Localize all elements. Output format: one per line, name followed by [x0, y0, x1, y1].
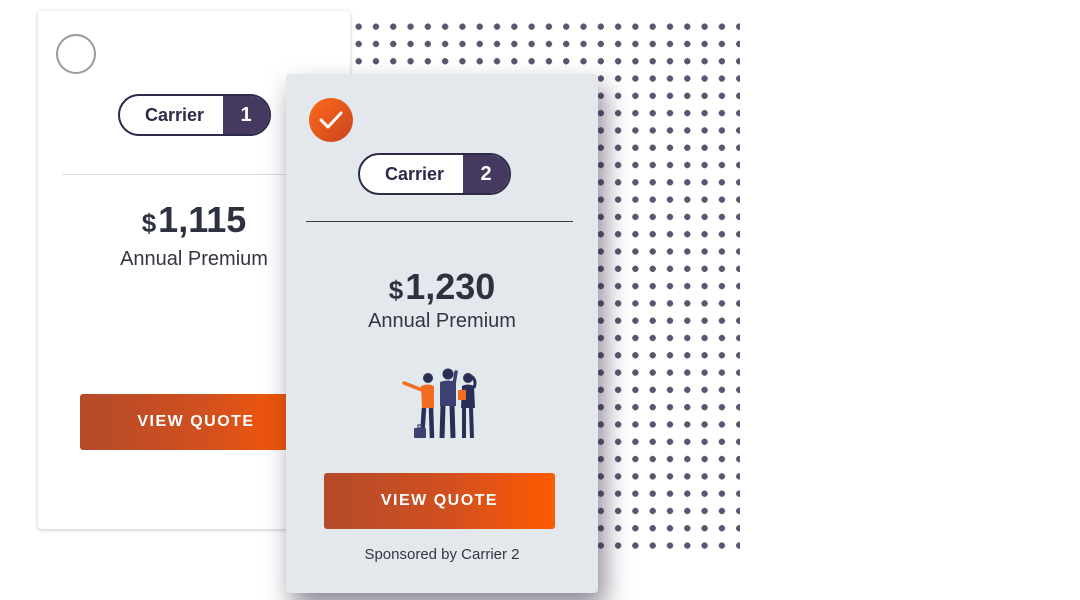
carrier-badge-number: 2: [463, 155, 509, 193]
carrier-badge-number: 1: [223, 96, 269, 134]
sponsor-text: Sponsored by Carrier 2: [364, 546, 520, 563]
premium-label: Annual Premium: [368, 310, 516, 332]
currency-symbol: $: [388, 275, 404, 305]
price-value: 1,230: [405, 266, 496, 307]
carrier-badge-1: Carrier 1: [118, 94, 271, 136]
card-divider: [62, 174, 292, 175]
radio-unselected-icon[interactable]: [56, 34, 96, 74]
checkmark-icon[interactable]: [309, 98, 353, 142]
price-value: 1,115: [158, 199, 247, 240]
view-quote-button-2[interactable]: VIEW QUOTE: [324, 473, 555, 529]
view-quote-button-1[interactable]: VIEW QUOTE: [80, 394, 312, 450]
card-divider: [306, 221, 573, 222]
price-amount: $1,230: [286, 266, 598, 308]
currency-symbol: $: [141, 208, 157, 238]
carrier-badge-label: Carrier: [144, 104, 205, 125]
carrier-badge-label: Carrier: [384, 163, 445, 184]
quote-card-carrier-2[interactable]: Carrier 2 $1,230 Annual Premium VIEW QUO…: [286, 74, 598, 593]
people-illustration: [402, 368, 477, 439]
carrier-badge-2: Carrier 2: [358, 153, 511, 195]
